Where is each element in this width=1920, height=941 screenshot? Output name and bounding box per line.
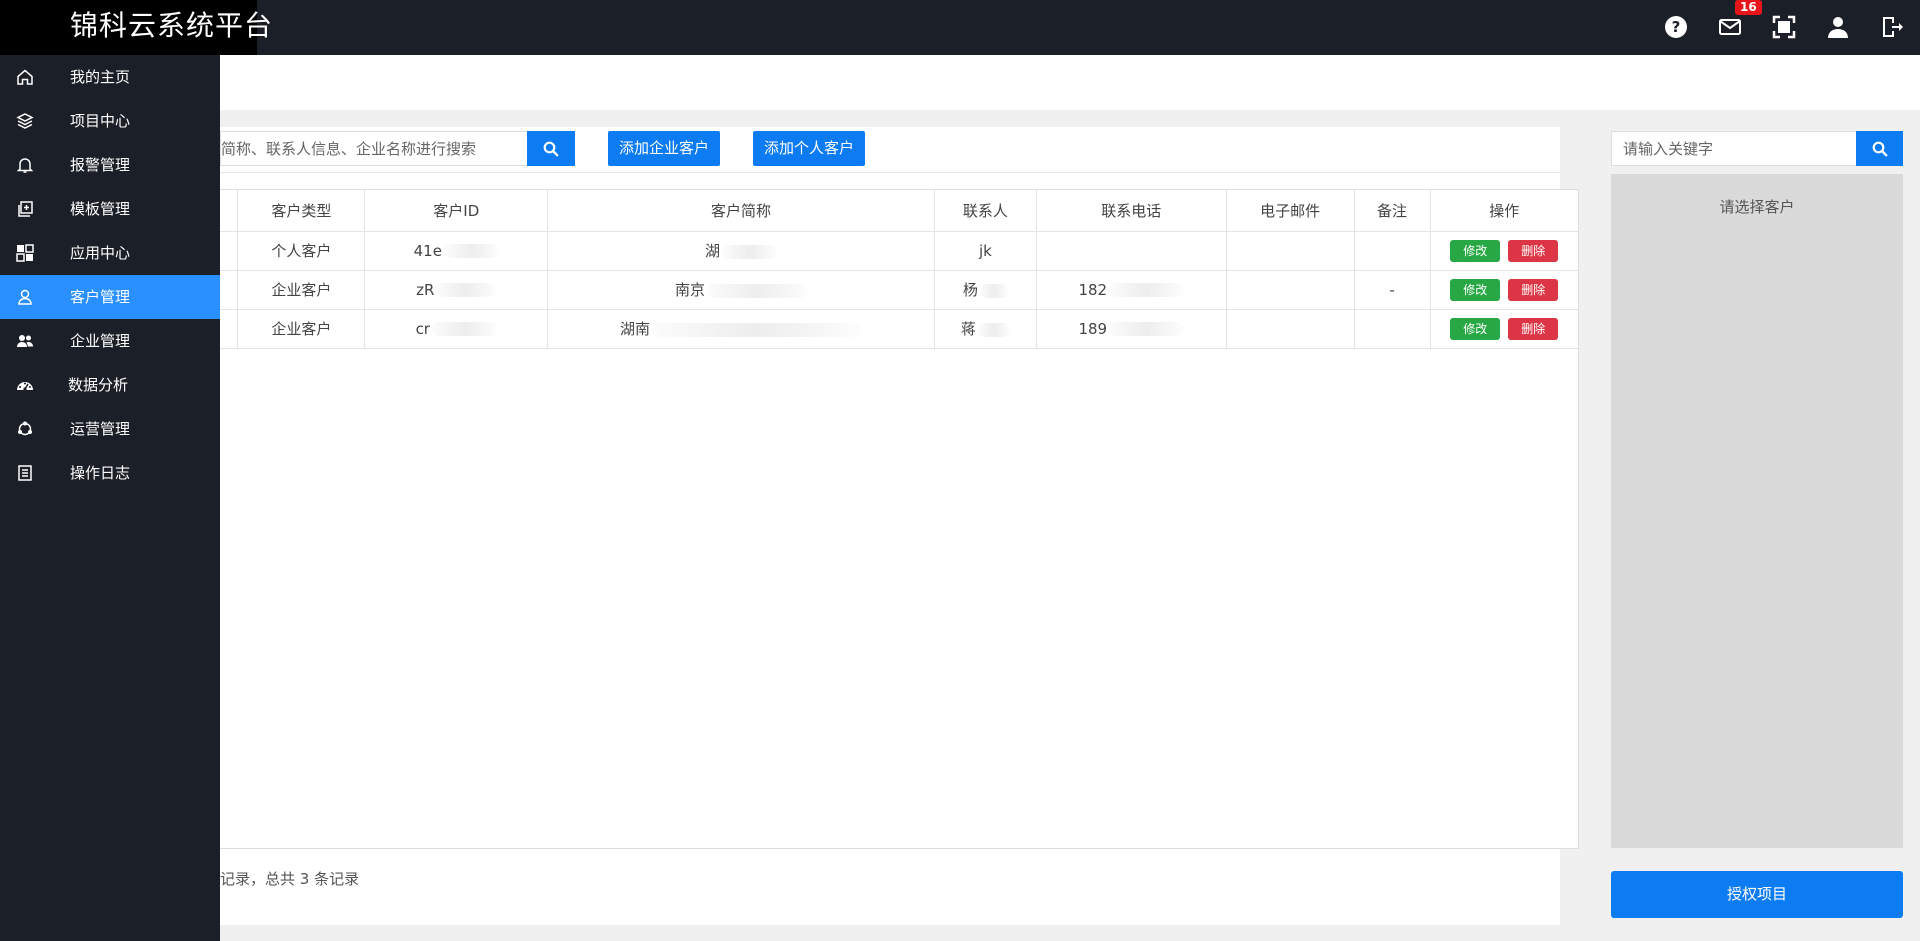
template-icon (16, 200, 34, 218)
column-header-type: 客户类型 (237, 190, 366, 232)
edit-button[interactable]: 修改 (1450, 239, 1501, 262)
cell-note (1354, 231, 1431, 271)
sidebar-item-apps[interactable]: 应用中心 (0, 231, 220, 275)
fullscreen-icon[interactable] (1770, 13, 1798, 41)
keyword-search-input[interactable] (1612, 132, 1856, 165)
customer-search-button[interactable] (527, 131, 575, 166)
column-header-contact: 联系人 (934, 190, 1037, 232)
customer-search-input[interactable] (221, 132, 528, 165)
sidebar-item-home[interactable]: 我的主页 (0, 55, 220, 99)
table-row[interactable]: 个人客户 41e 湖 jk 修改 删除 (220, 231, 1578, 271)
logout-icon[interactable] (1878, 13, 1906, 41)
dashboard-icon (16, 376, 34, 394)
column-header-name: 客户简称 (547, 190, 935, 232)
sidebar: 我的主页 项目中心 报警管理 模板管理 应用中心 客户管理 企业管理 数据分析 … (0, 55, 220, 941)
cell-email (1226, 231, 1355, 271)
pagination-summary: 记录，总共 3 条记录 (220, 870, 360, 888)
cell-contact: jk (934, 231, 1037, 271)
sidebar-item-customers[interactable]: 客户管理 (0, 275, 220, 319)
keyword-search-field[interactable] (1611, 131, 1857, 166)
cell-name: 湖南 (547, 309, 935, 349)
edit-button[interactable]: 修改 (1450, 278, 1501, 301)
user-profile-icon[interactable] (1824, 13, 1852, 41)
cycle-icon (16, 420, 34, 438)
cell-actions: 修改 删除 (1430, 231, 1578, 271)
top-bar: 锦科云系统平台 ? 16 (0, 0, 1920, 55)
user-icon (16, 288, 34, 306)
delete-button[interactable]: 删除 (1508, 239, 1559, 262)
cell-email (1226, 270, 1355, 310)
sidebar-item-operations[interactable]: 运营管理 (0, 407, 220, 451)
cell-type: 企业客户 (237, 309, 366, 349)
cell-name: 湖 (547, 231, 935, 271)
home-icon (16, 68, 34, 86)
cell-note (1354, 309, 1431, 349)
sidebar-item-enterprises[interactable]: 企业管理 (0, 319, 220, 363)
sidebar-item-projects[interactable]: 项目中心 (0, 99, 220, 143)
log-icon (16, 464, 34, 482)
cell-contact: 蒋 (934, 309, 1037, 349)
help-icon[interactable]: ? (1662, 13, 1690, 41)
customer-list-panel: 添加企业客户 添加个人客户 客户类型 客户ID 客户简称 联系人 联系电话 电子… (220, 127, 1579, 925)
delete-button[interactable]: 删除 (1508, 317, 1559, 340)
delete-button[interactable]: 删除 (1508, 278, 1559, 301)
layers-icon (16, 112, 34, 130)
cell-type: 企业客户 (237, 270, 366, 310)
keyword-search-button[interactable] (1856, 131, 1903, 166)
cell-actions: 修改 删除 (1430, 309, 1578, 349)
table-header-row: 客户类型 客户ID 客户简称 联系人 联系电话 电子邮件 备注 操作 (220, 190, 1578, 232)
search-icon (543, 141, 559, 156)
authorize-project-button[interactable]: 授权项目 (1611, 871, 1903, 918)
table-row[interactable]: 企业客户 cr 湖南 蒋 189 修改 删除 (220, 309, 1578, 349)
users-icon (16, 332, 34, 350)
column-header-phone: 联系电话 (1036, 190, 1227, 232)
page-header (220, 55, 1920, 110)
column-header-note: 备注 (1354, 190, 1431, 232)
cell-email (1226, 309, 1355, 349)
cell-id: cr (364, 309, 549, 349)
cell-id: zR (364, 270, 549, 310)
sidebar-item-alarms[interactable]: 报警管理 (0, 143, 220, 187)
column-header-id: 客户ID (364, 190, 549, 232)
toolbar-divider (220, 172, 1560, 173)
sidebar-item-analytics[interactable]: 数据分析 (0, 363, 220, 407)
cell-phone (1036, 231, 1227, 271)
column-header-email: 电子邮件 (1226, 190, 1355, 232)
empty-state-text: 请选择客户 (1719, 198, 1795, 216)
sidebar-item-logs[interactable]: 操作日志 (0, 451, 220, 495)
mail-badge: 16 (1735, 0, 1762, 15)
column-header-actions: 操作 (1430, 190, 1578, 232)
cell-phone: 189 (1036, 309, 1227, 349)
cell-actions: 修改 删除 (1430, 270, 1578, 310)
bell-icon (16, 156, 34, 174)
svg-text:?: ? (1672, 18, 1681, 36)
edit-button[interactable]: 修改 (1450, 317, 1501, 340)
search-icon (1872, 141, 1887, 156)
cell-type: 个人客户 (237, 231, 366, 271)
cell-name: 南京 (547, 270, 935, 310)
table-row[interactable]: 企业客户 zR 南京 杨 182 - 修改 删除 (220, 270, 1578, 310)
cell-note: - (1354, 270, 1431, 310)
customer-search-field[interactable] (220, 131, 528, 166)
mail-icon[interactable]: 16 (1716, 0, 1762, 41)
add-personal-customer-button[interactable]: 添加个人客户 (753, 131, 865, 166)
add-enterprise-customer-button[interactable]: 添加企业客户 (608, 131, 720, 166)
cell-phone: 182 (1036, 270, 1227, 310)
cell-id: 41e (364, 231, 549, 271)
sidebar-item-templates[interactable]: 模板管理 (0, 187, 220, 231)
apps-icon (16, 244, 34, 262)
cell-contact: 杨 (934, 270, 1037, 310)
column-header-index (220, 190, 239, 232)
project-selection-box: 请选择客户 (1611, 174, 1903, 848)
customer-table: 客户类型 客户ID 客户简称 联系人 联系电话 电子邮件 备注 操作 个人客户 … (220, 189, 1579, 849)
brand-title: 锦科云系统平台 (0, 0, 272, 55)
